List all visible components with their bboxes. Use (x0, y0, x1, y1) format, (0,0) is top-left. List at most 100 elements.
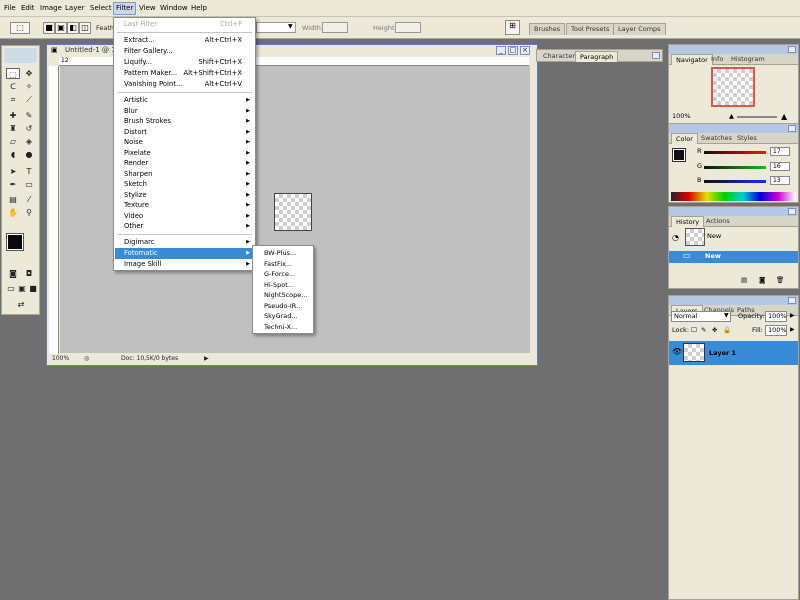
color-ramp[interactable] (671, 192, 796, 201)
maximize-icon[interactable]: □ (508, 46, 518, 55)
layer-thumbnail[interactable] (683, 343, 705, 362)
menu-item-vanishing-point[interactable]: Vanishing Point... Alt+Ctrl+V (115, 79, 254, 90)
menu-help[interactable]: Help (189, 3, 209, 14)
tab-history[interactable]: History (671, 216, 705, 227)
tab-character[interactable]: Character (539, 51, 579, 62)
menu-item-last-filter[interactable]: Last Filter Ctrl+F (115, 19, 254, 30)
marquee-tool-preset-icon[interactable]: ⬚ (10, 22, 30, 34)
menu-item-pattern-maker[interactable]: Pattern Maker... Alt+Shift+Ctrl+X (115, 68, 254, 79)
palette-close-icon[interactable] (788, 46, 796, 53)
status-menu-arrow-icon[interactable]: ▶ (204, 354, 209, 364)
eye-icon[interactable]: 👁 (672, 347, 682, 356)
well-tab-tool-presets[interactable]: Tool Presets (566, 23, 615, 35)
move-tool-icon[interactable]: ✥ (22, 68, 36, 79)
lock-transparency-icon[interactable]: ☐ (691, 326, 697, 335)
tab-swatches[interactable]: Swatches (697, 133, 736, 144)
trash-icon[interactable]: 🗑 (776, 276, 784, 285)
magic-wand-icon[interactable]: ✧ (22, 81, 36, 92)
palette-title-bar[interactable] (669, 124, 798, 133)
submenu-item-g-force[interactable]: G-Force... (254, 269, 312, 280)
menu-item-pixelate[interactable]: Pixelate ▶ (115, 148, 254, 159)
submenu-item-bw-plus[interactable]: BW-Plus... (254, 248, 312, 259)
menu-item-video[interactable]: Video ▶ (115, 211, 254, 222)
menu-filter[interactable]: Filter (113, 2, 137, 15)
blend-mode-dropdown[interactable]: Normal (671, 311, 731, 322)
menu-window[interactable]: Window (158, 3, 190, 14)
red-slider[interactable] (704, 151, 766, 154)
menu-item-liquify[interactable]: Liquify... Shift+Ctrl+X (115, 57, 254, 68)
eyedropper-icon[interactable]: ⁄ (22, 194, 36, 205)
menu-edit[interactable]: Edit (19, 3, 37, 14)
marquee-tool-icon[interactable]: ⬚ (6, 68, 20, 79)
paint-bucket-icon[interactable]: ◈ (22, 136, 36, 147)
new-snapshot-icon[interactable]: ◙ (759, 276, 765, 285)
path-selection-icon[interactable]: ➤ (6, 166, 20, 177)
submenu-item-nightscope[interactable]: NightScope... (254, 290, 312, 301)
screen-mode-full-icon[interactable]: ■ (26, 283, 40, 294)
navigator-zoom-slider[interactable] (737, 116, 777, 118)
menu-item-render[interactable]: Render ▶ (115, 158, 254, 169)
type-tool-icon[interactable]: T (22, 166, 36, 177)
tab-actions[interactable]: Actions (702, 216, 734, 227)
clone-stamp-icon[interactable]: ♜ (6, 123, 20, 134)
zoom-out-icon[interactable]: ▲ (729, 112, 734, 121)
palette-well-icon[interactable]: ⊞ (505, 20, 520, 35)
subtract-selection-icon[interactable]: ◧ (67, 22, 79, 34)
menu-view[interactable]: View (137, 3, 158, 14)
menu-layer[interactable]: Layer (63, 3, 87, 14)
palette-title-bar[interactable] (669, 207, 798, 216)
submenu-item-hi-spot[interactable]: Hi-Spot... (254, 280, 312, 291)
menu-select[interactable]: Select (88, 3, 114, 14)
submenu-item-fastfix[interactable]: FastFix... (254, 259, 312, 270)
add-selection-icon[interactable]: ▣ (55, 22, 67, 34)
snapshot-label[interactable]: New (707, 232, 721, 241)
menu-item-noise[interactable]: Noise ▶ (115, 137, 254, 148)
tab-paragraph[interactable]: Paragraph (575, 51, 619, 62)
tab-info[interactable]: Info (707, 54, 727, 65)
palette-title-bar[interactable] (669, 296, 798, 305)
jump-to-imageready-icon[interactable]: ⇄ (6, 299, 36, 310)
new-document-from-state-icon[interactable]: ▤ (741, 276, 747, 285)
green-slider[interactable] (704, 166, 766, 169)
menu-image[interactable]: Image (38, 3, 64, 14)
lock-image-icon[interactable]: ✎ (701, 326, 706, 335)
history-state-row[interactable]: ▭ New (669, 251, 798, 263)
shape-tool-icon[interactable]: ▭ (22, 179, 36, 190)
standard-mode-icon[interactable]: ◙ (6, 268, 20, 279)
foreground-color-swatch[interactable] (6, 233, 24, 251)
fill-arrow-icon[interactable]: ▶ (790, 326, 795, 333)
menu-item-blur[interactable]: Blur ▶ (115, 106, 254, 117)
eraser-tool-icon[interactable]: ▱ (6, 136, 20, 147)
submenu-item-techni-x[interactable]: Techni-X... (254, 322, 312, 333)
fill-field[interactable]: 100% (765, 325, 787, 336)
red-value[interactable]: 17 (770, 147, 790, 156)
lasso-tool-icon[interactable]: ᑕ (6, 81, 20, 92)
zoom-in-icon[interactable]: ▲ (781, 112, 787, 121)
well-tab-brushes[interactable]: Brushes (529, 23, 566, 35)
well-tab-layer-comps[interactable]: Layer Comps (613, 23, 666, 35)
menu-item-other[interactable]: Other ▶ (115, 221, 254, 232)
lock-position-icon[interactable]: ✥ (712, 326, 717, 335)
opacity-arrow-icon[interactable]: ▶ (790, 312, 795, 319)
menu-item-extract[interactable]: Extract... Alt+Ctrl+X (115, 35, 254, 46)
menu-item-sketch[interactable]: Sketch ▶ (115, 179, 254, 190)
menu-item-brush-strokes[interactable]: Brush Strokes ▶ (115, 116, 254, 127)
menu-item-digimarc[interactable]: Digimarc ▶ (115, 237, 254, 248)
palette-title-bar[interactable] (669, 45, 798, 54)
blue-slider[interactable] (704, 180, 766, 183)
menu-item-fotomatic[interactable]: Fotomatic ▶ (115, 248, 254, 259)
intersect-selection-icon[interactable]: ◫ (79, 22, 91, 34)
notes-tool-icon[interactable]: ▤ (6, 194, 20, 205)
blue-value[interactable]: 13 (770, 176, 790, 185)
menu-item-stylize[interactable]: Stylize ▶ (115, 190, 254, 201)
zoom-level[interactable]: 100% (52, 354, 69, 364)
height-field[interactable] (395, 22, 421, 33)
new-selection-icon[interactable]: ■ (43, 22, 55, 34)
image-canvas[interactable] (274, 193, 312, 231)
lock-all-icon[interactable]: 🔒 (723, 326, 731, 335)
minimize-icon[interactable]: _ (496, 46, 506, 55)
tab-histogram[interactable]: Histogram (727, 54, 769, 65)
quick-mask-icon[interactable]: ◘ (22, 268, 36, 279)
navigator-zoom[interactable]: 100% (672, 112, 691, 121)
layer-row[interactable]: 👁 Layer 1 (669, 341, 798, 365)
